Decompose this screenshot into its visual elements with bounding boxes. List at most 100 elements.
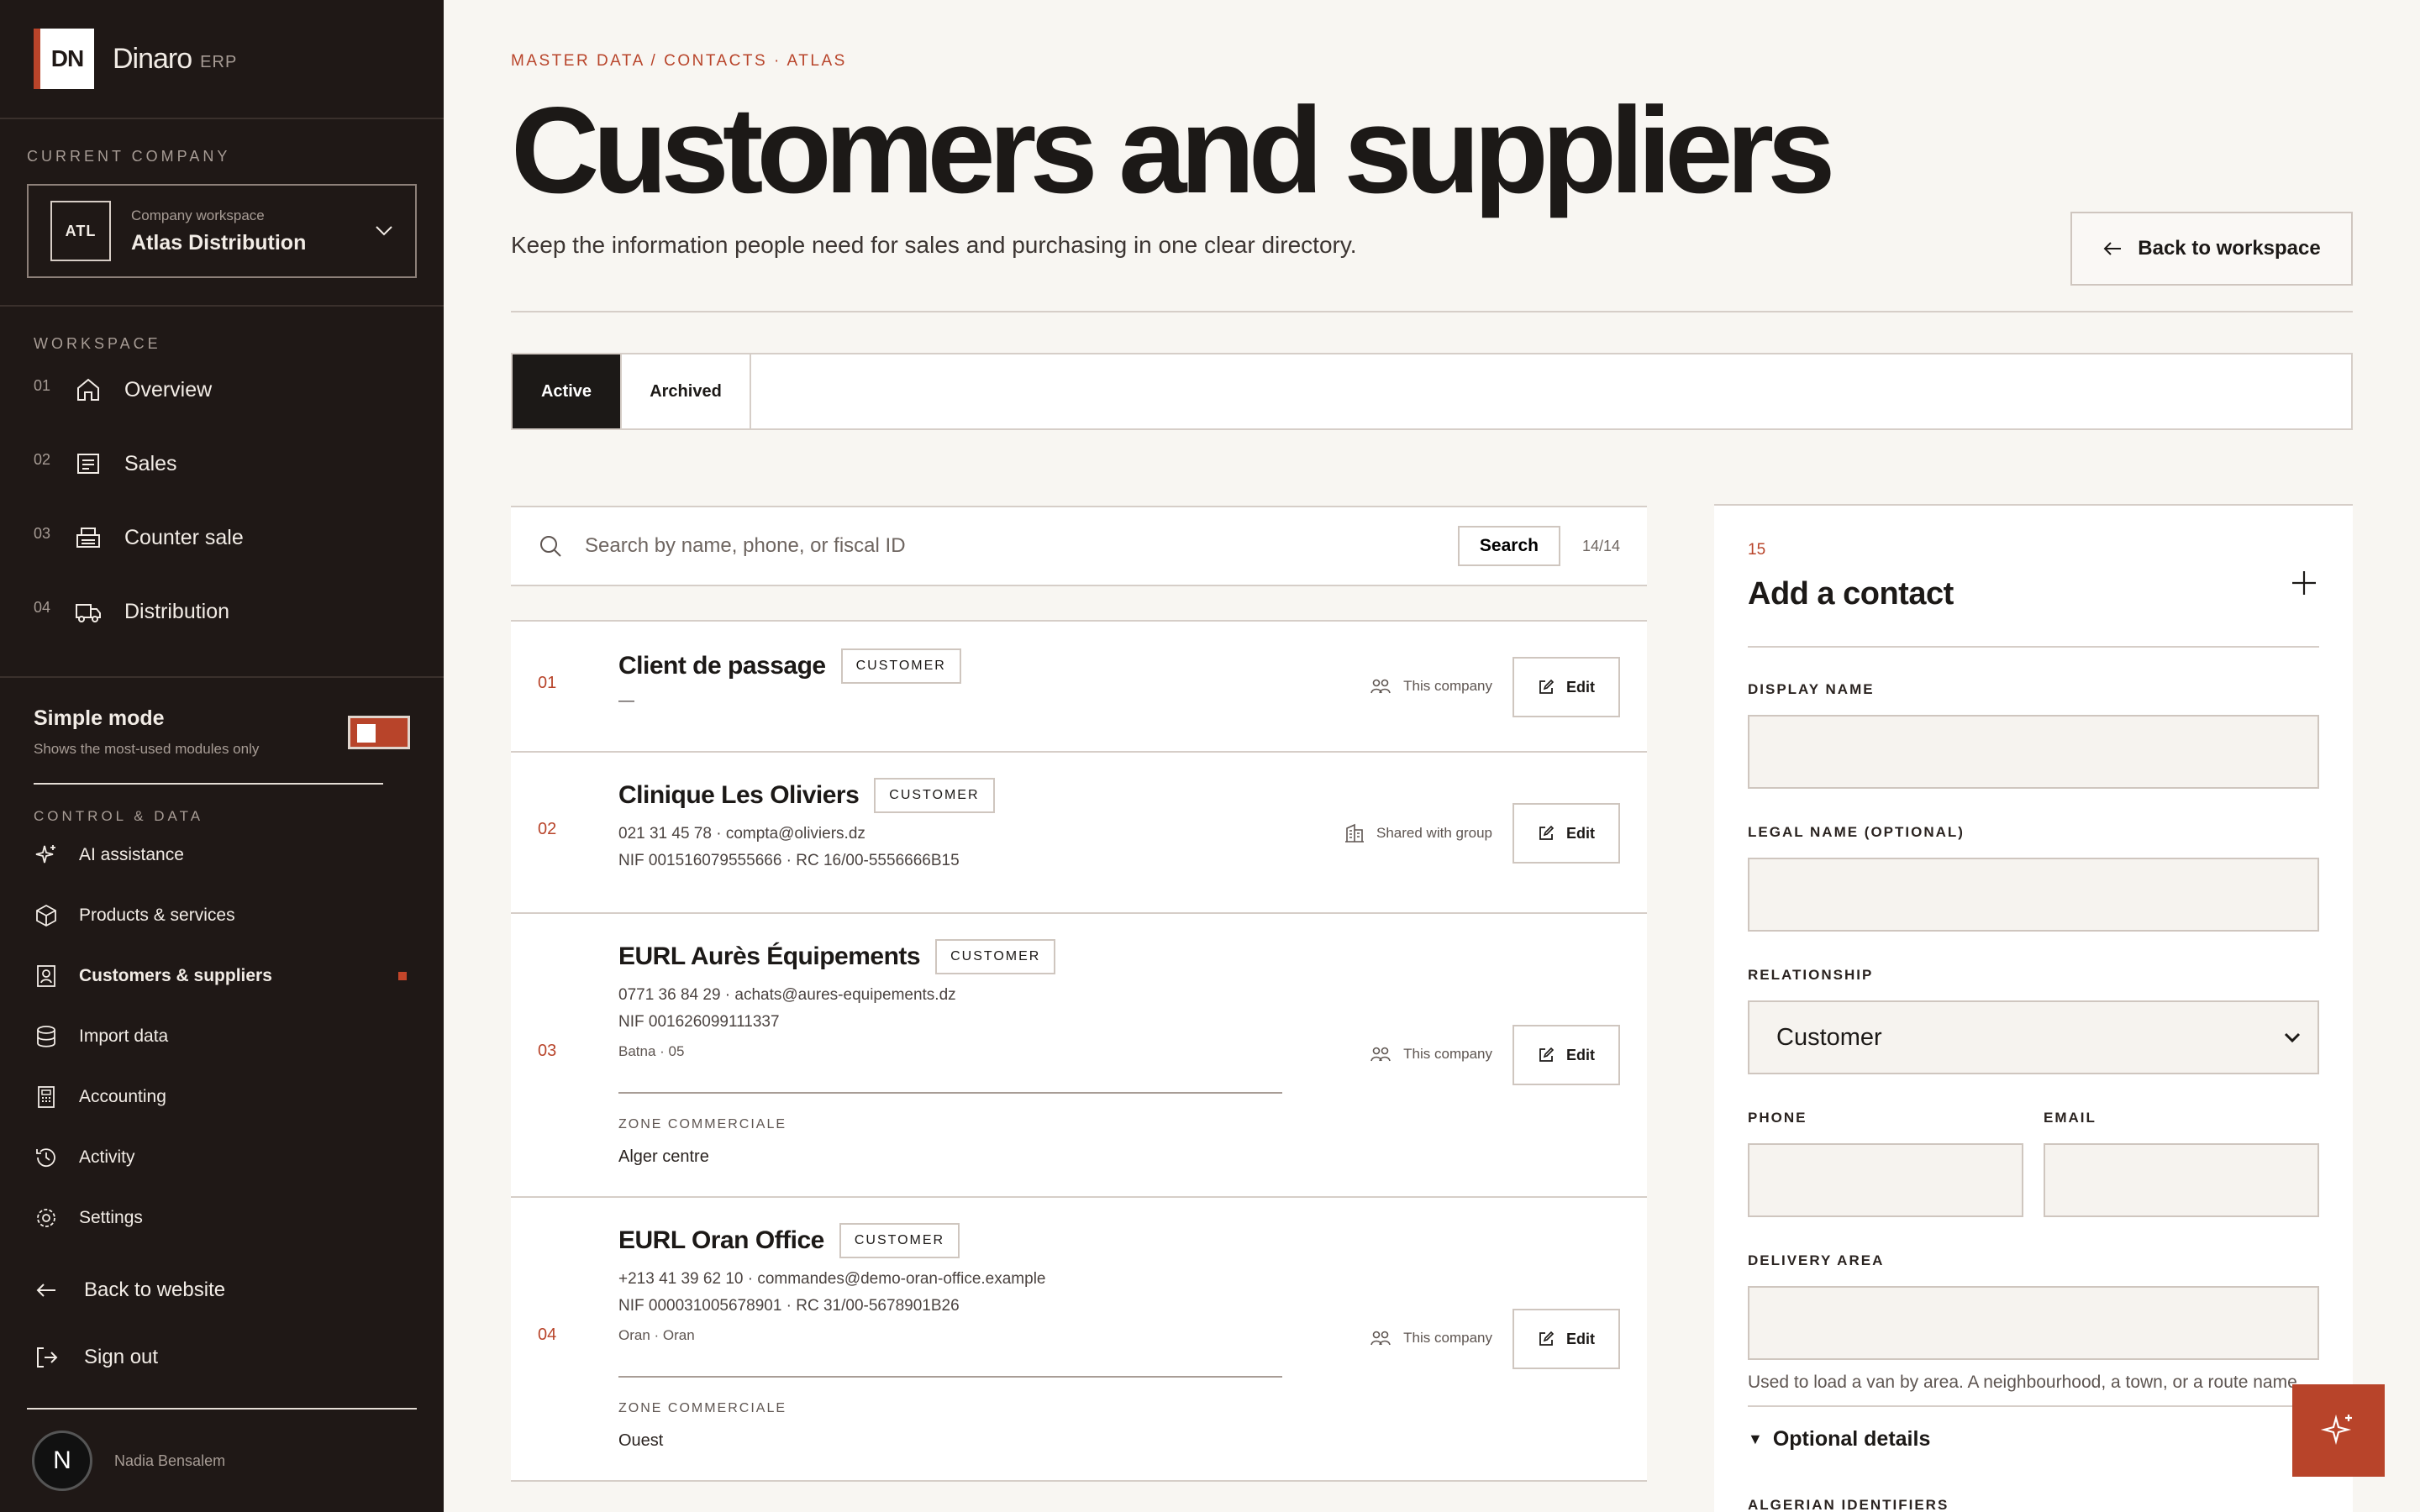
edit-button[interactable]: Edit (1512, 657, 1620, 717)
form-title: Add a contact (1748, 576, 1954, 612)
nav-label: Activity (79, 1147, 135, 1167)
workspace-nav: WORKSPACE 01 Overview 02 Sales 03 Counte… (0, 307, 444, 678)
zone-label: ZONE COMMERCIALE (618, 1117, 787, 1131)
people-icon (1370, 1047, 1391, 1062)
search-input[interactable] (585, 534, 1458, 558)
edit-button[interactable]: Edit (1512, 1025, 1620, 1085)
tabs: Active Archived (511, 353, 2353, 430)
simple-mode-text: Simple mode Shows the most-used modules … (34, 706, 259, 758)
nav-item-customers-suppliers[interactable]: Customers & suppliers (34, 946, 410, 1006)
optional-details-toggle[interactable]: ▼ Optional details (1748, 1405, 2319, 1452)
nav-item-counter-sale[interactable]: 03 Counter sale (34, 501, 410, 575)
delivery-area-label: DELIVERY AREA (1748, 1252, 1885, 1268)
nav-label: Sales (124, 451, 177, 475)
box-icon (36, 904, 56, 927)
contact-head: EURL Aurès Équipements CUSTOMER (618, 939, 1647, 974)
phone-label: PHONE (1748, 1110, 1807, 1126)
contact-body: EURL Aurès Équipements CUSTOMER 0771 36 … (511, 914, 1647, 1167)
zone-value: Alger centre (618, 1147, 709, 1166)
contact-row[interactable]: 02 Clinique Les Oliviers CUSTOMER 021 31… (511, 753, 1647, 914)
sign-out-link[interactable]: Sign out (34, 1324, 410, 1391)
contact-identifiers: NIF 001626099111337 (618, 1013, 780, 1031)
email-field[interactable] (2044, 1143, 2319, 1217)
contact-number: 04 (538, 1326, 557, 1344)
sidebar: DN Dinaro ERP CURRENT COMPANY ATL Compan… (0, 0, 444, 1512)
gear-icon (37, 1209, 55, 1227)
edit-icon (1539, 1331, 1555, 1346)
company-name: Atlas Distribution (131, 230, 307, 255)
tab-active[interactable]: Active (513, 354, 622, 428)
divider (618, 1092, 1282, 1094)
chevron-down-icon (2284, 1032, 2301, 1043)
edit-icon (1539, 1047, 1555, 1062)
back-to-workspace-button[interactable]: Back to workspace (2070, 212, 2353, 286)
display-name-label: DISPLAY NAME (1748, 681, 1875, 697)
edit-icon (1539, 825, 1555, 840)
divider (618, 1376, 1282, 1378)
contact-type-badge: CUSTOMER (935, 939, 1056, 974)
simple-mode: Simple mode Shows the most-used modules … (0, 678, 444, 785)
form-number: 15 (1748, 541, 1766, 559)
contact-row[interactable]: 03 EURL Aurès Équipements CUSTOMER 0771 … (511, 914, 1647, 1198)
sharing-label: This company (1403, 678, 1492, 694)
nav-item-activity[interactable]: Activity (34, 1127, 410, 1188)
optional-details-label: Optional details (1772, 1427, 1931, 1451)
contact-row[interactable]: 04 EURL Oran Office CUSTOMER +213 41 39 … (511, 1198, 1647, 1482)
sign-out-label: Sign out (84, 1346, 159, 1368)
search-icon (540, 536, 561, 557)
back-to-workspace-label: Back to workspace (2138, 237, 2321, 260)
contact-row[interactable]: 01 Client de passage CUSTOMER — This com… (511, 622, 1647, 753)
simple-mode-toggle[interactable] (348, 715, 410, 749)
nav-item-sales[interactable]: 02 Sales (34, 427, 410, 501)
legal-name-field[interactable] (1748, 858, 2319, 932)
nav-item-import-data[interactable]: Import data (34, 1006, 410, 1067)
phone-field[interactable] (1748, 1143, 2023, 1217)
nav-label: Products & services (79, 906, 235, 925)
display-name-field[interactable] (1748, 715, 2319, 789)
back-to-website-link[interactable]: Back to website (34, 1257, 410, 1324)
add-contact-panel: 15 Add a contact DISPLAY NAME LEGAL NAME… (1714, 504, 2353, 1512)
control-nav: CONTROL & DATA AI assistance Products & … (0, 785, 444, 1248)
plus-icon[interactable] (2289, 568, 2319, 598)
history-icon (36, 1148, 55, 1168)
people-icon (1370, 679, 1391, 694)
edit-button[interactable]: Edit (1512, 803, 1620, 864)
algerian-identifiers-label: ALGERIAN IDENTIFIERS (1748, 1497, 1949, 1512)
search-button[interactable]: Search (1457, 526, 1560, 566)
nav-label: Overview (124, 377, 213, 402)
nav-item-overview[interactable]: 01 Overview (34, 353, 410, 427)
phone-email-row: PHONE EMAIL (1748, 1110, 2319, 1217)
receipt-icon (77, 454, 99, 474)
nav-item-products[interactable]: Products & services (34, 885, 410, 946)
nav-item-settings[interactable]: Settings (34, 1188, 410, 1248)
brand-name: Dinaro (113, 42, 192, 75)
contact-name: EURL Aurès Équipements (618, 942, 921, 970)
nav-item-accounting[interactable]: Accounting (34, 1067, 410, 1127)
edit-button[interactable]: Edit (1512, 1309, 1620, 1369)
delivery-area-help: Used to load a van by area. A neighbourh… (1748, 1373, 2302, 1392)
contact-number: 01 (538, 674, 557, 692)
company-badge: ATL (50, 201, 111, 261)
divider (1748, 646, 2319, 648)
contact-location: Oran · Oran (618, 1327, 695, 1343)
company-select[interactable]: ATL Company workspace Atlas Distribution (27, 184, 417, 278)
avatar: N (32, 1431, 92, 1491)
brand-sub: ERP (200, 52, 238, 71)
relationship-select[interactable]: Customer (1748, 1000, 2319, 1074)
contact-body: Clinique Les Oliviers CUSTOMER 021 31 45… (511, 753, 1647, 870)
sharing-label: This company (1403, 1046, 1492, 1062)
nav-num: 01 (34, 376, 51, 394)
sparkle-icon (2320, 1414, 2352, 1446)
ai-assistant-button[interactable] (2292, 1384, 2385, 1477)
delivery-area-field[interactable] (1748, 1286, 2319, 1360)
edit-label: Edit (1566, 824, 1595, 842)
nav-item-distribution[interactable]: 04 Distribution (34, 575, 410, 648)
user-profile[interactable]: N Nadia Bensalem (27, 1408, 417, 1512)
zone-label: ZONE COMMERCIALE (618, 1401, 787, 1415)
tab-archived[interactable]: Archived (622, 354, 751, 428)
workspace-section-label: WORKSPACE (34, 335, 161, 352)
contact-head: Clinique Les Oliviers CUSTOMER (618, 778, 1647, 813)
brand[interactable]: DN Dinaro ERP (0, 0, 444, 119)
nav-item-ai-assistance[interactable]: AI assistance (34, 825, 410, 885)
contacts-icon (37, 965, 55, 987)
